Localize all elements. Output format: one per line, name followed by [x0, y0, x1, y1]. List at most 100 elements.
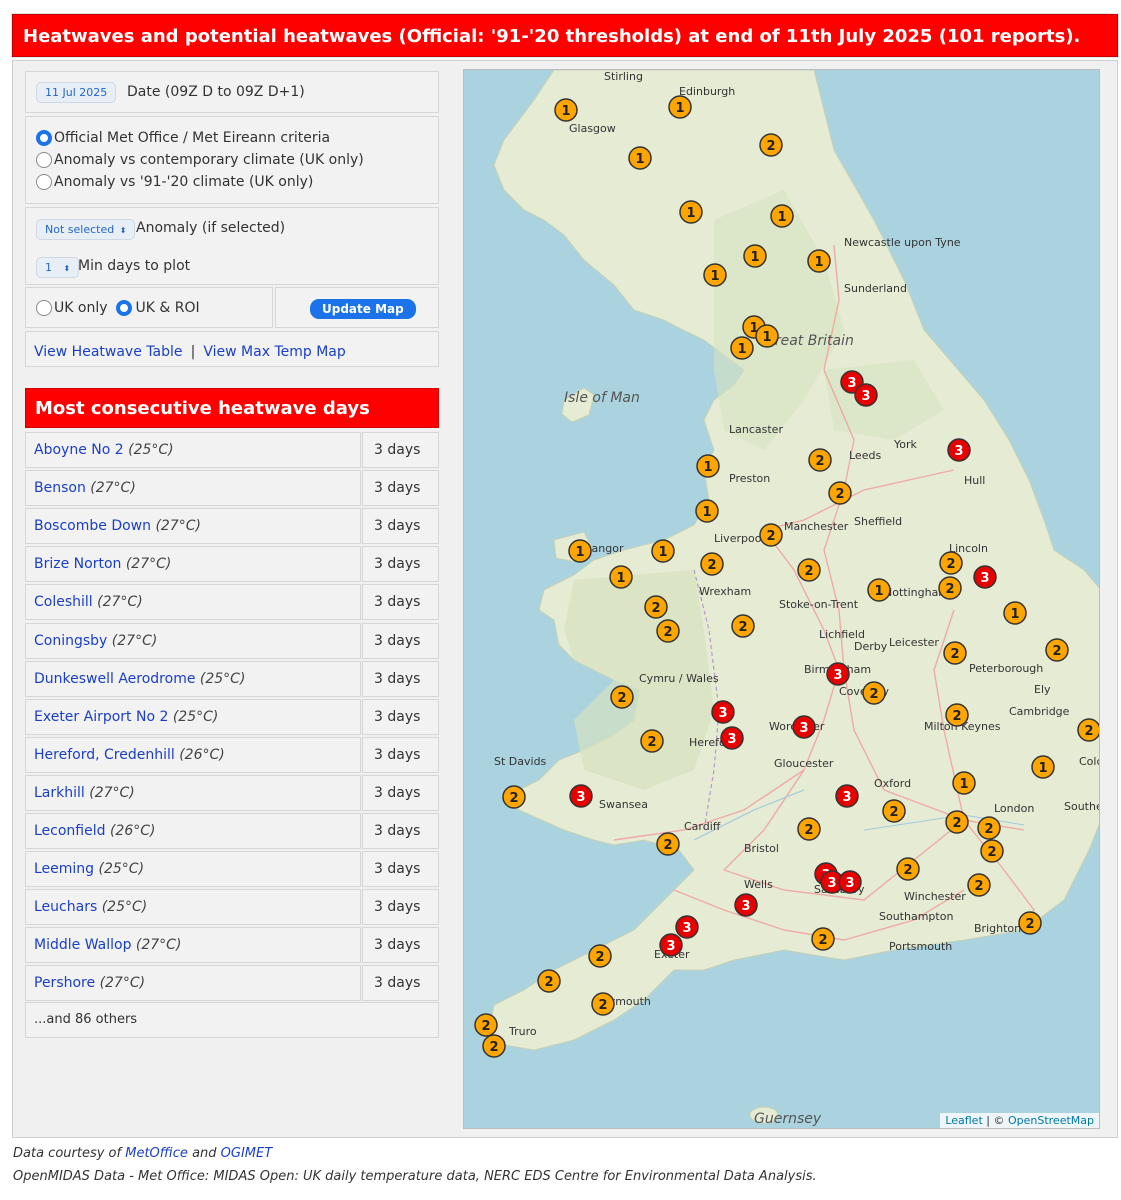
heatwave-marker-2[interactable]: 2	[939, 551, 963, 575]
heatwave-marker-2[interactable]: 2	[502, 785, 526, 809]
heatwave-marker-2[interactable]: 2	[640, 729, 664, 753]
radio-anomaly-9120[interactable]	[36, 174, 52, 190]
leaflet-link[interactable]: Leaflet	[945, 1114, 982, 1127]
heatwave-marker-1[interactable]: 1	[743, 244, 767, 268]
heatwave-marker-1[interactable]: 1	[807, 249, 831, 273]
heatwave-marker-2[interactable]: 2	[759, 133, 783, 157]
heatwave-marker-2[interactable]: 2	[610, 685, 634, 709]
station-link[interactable]: Coningsby	[34, 633, 107, 649]
heatwave-marker-2[interactable]: 2	[828, 481, 852, 505]
heatwave-marker-1[interactable]: 1	[1031, 755, 1055, 779]
heatwave-marker-1[interactable]: 1	[628, 146, 652, 170]
heatwave-marker-3[interactable]: 3	[792, 715, 816, 739]
station-link[interactable]: Brize Norton	[34, 556, 121, 572]
heatwave-marker-3[interactable]: 3	[826, 662, 850, 686]
heatwave-marker-1[interactable]: 1	[952, 771, 976, 795]
heatwave-marker-1[interactable]: 1	[770, 204, 794, 228]
heatwave-marker-2[interactable]: 2	[537, 969, 561, 993]
metoffice-link[interactable]: MetOffice	[125, 1146, 188, 1161]
heatwave-marker-2[interactable]: 2	[656, 832, 680, 856]
radio-uk-roi[interactable]	[115, 300, 132, 316]
station-link[interactable]: Larkhill	[34, 785, 85, 801]
heatwave-marker-1[interactable]: 1	[755, 324, 779, 348]
heatwave-marker-2[interactable]: 2	[1077, 718, 1100, 742]
heatwave-marker-3[interactable]: 3	[835, 784, 859, 808]
heatwave-marker-2[interactable]: 2	[980, 839, 1004, 863]
heatwave-marker-3[interactable]: 3	[838, 870, 862, 894]
station-link[interactable]: Coleshill	[34, 594, 93, 610]
station-link[interactable]: Hereford, Credenhill	[34, 747, 175, 763]
heatwave-marker-2[interactable]: 2	[882, 799, 906, 823]
map-canvas[interactable]: Edinburgh Stirling Glasgow Newcastle upon T…	[464, 70, 1100, 1129]
heatwave-marker-1[interactable]: 1	[730, 336, 754, 360]
criteria-official[interactable]: Official Met Office / Met Eireann criter…	[36, 127, 438, 149]
heatwave-marker-3[interactable]: 3	[854, 383, 878, 407]
heatwave-marker-2[interactable]: 2	[896, 857, 920, 881]
heatwave-marker-1[interactable]: 1	[1003, 601, 1027, 625]
station-link[interactable]: Leuchars	[34, 899, 97, 915]
heatwave-marker-2[interactable]: 2	[967, 873, 991, 897]
heatwave-marker-2[interactable]: 2	[1045, 638, 1069, 662]
heatwave-marker-2[interactable]: 2	[938, 576, 962, 600]
heatwave-marker-2[interactable]: 2	[797, 558, 821, 582]
criteria-anomaly-9120[interactable]: Anomaly vs '91-'20 climate (UK only)	[36, 171, 438, 193]
heatwave-marker-1[interactable]: 1	[568, 539, 592, 563]
heatwave-marker-2[interactable]: 2	[731, 614, 755, 638]
radio-uk-only[interactable]	[36, 300, 52, 316]
heatwave-marker-2[interactable]: 2	[977, 816, 1001, 840]
heatwave-marker-1[interactable]: 1	[696, 454, 720, 478]
date-input[interactable]: 11 Jul 2025	[36, 82, 117, 103]
heatwave-marker-2[interactable]: 2	[945, 810, 969, 834]
heatwave-marker-3[interactable]: 3	[734, 893, 758, 917]
heatwave-marker-3[interactable]: 3	[711, 700, 735, 724]
station-link[interactable]: Middle Wallop	[34, 937, 131, 953]
heatwave-marker-3[interactable]: 3	[947, 438, 971, 462]
station-link[interactable]: Benson	[34, 480, 86, 496]
heatwave-marker-2[interactable]: 2	[1018, 911, 1042, 935]
station-link[interactable]: Exeter Airport No 2	[34, 709, 168, 725]
radio-official[interactable]	[36, 130, 52, 146]
heatwave-marker-1[interactable]: 1	[609, 565, 633, 589]
osm-link[interactable]: OpenStreetMap	[1008, 1114, 1094, 1127]
update-map-button[interactable]: Update Map	[310, 299, 416, 319]
heatwave-marker-2[interactable]: 2	[656, 619, 680, 643]
heatwave-map[interactable]: Edinburgh Stirling Glasgow Newcastle upon T…	[463, 69, 1100, 1129]
heatwave-marker-1[interactable]: 1	[867, 578, 891, 602]
heatwave-marker-1[interactable]: 1	[668, 95, 692, 119]
heatwave-marker-3[interactable]: 3	[973, 565, 997, 589]
heatwave-marker-1[interactable]: 1	[695, 499, 719, 523]
heatwave-marker-2[interactable]: 2	[644, 595, 668, 619]
heatwave-marker-1[interactable]: 1	[679, 200, 703, 224]
station-link[interactable]: Pershore	[34, 975, 95, 991]
heatwave-marker-2[interactable]: 2	[482, 1034, 506, 1058]
radio-anomaly-contemporary[interactable]	[36, 152, 52, 168]
station-link[interactable]: Boscombe Down	[34, 518, 151, 534]
heatwave-marker-2[interactable]: 2	[474, 1013, 498, 1037]
criteria-anomaly-contemporary[interactable]: Anomaly vs contemporary climate (UK only…	[36, 149, 438, 171]
heatwave-marker-2[interactable]: 2	[700, 552, 724, 576]
station-link[interactable]: Aboyne No 2	[34, 442, 124, 458]
heatwave-marker-2[interactable]: 2	[759, 523, 783, 547]
station-link[interactable]: Dunkeswell Aerodrome	[34, 671, 195, 687]
heatwave-marker-2[interactable]: 2	[808, 448, 832, 472]
ogimet-link[interactable]: OGIMET	[221, 1146, 273, 1161]
heatwave-marker-3[interactable]: 3	[659, 933, 683, 957]
heatwave-marker-2[interactable]: 2	[943, 641, 967, 665]
heatwave-marker-2[interactable]: 2	[588, 944, 612, 968]
heatwave-marker-1[interactable]: 1	[651, 539, 675, 563]
min-days-select[interactable]: 1 ⬍	[36, 257, 80, 278]
view-max-temp-map-link[interactable]: View Max Temp Map	[203, 344, 345, 360]
heatwave-marker-3[interactable]: 3	[720, 726, 744, 750]
anomaly-select[interactable]: Not selected ⬍	[36, 219, 136, 240]
heatwave-marker-1[interactable]: 1	[703, 263, 727, 287]
station-link[interactable]: Leeming	[34, 861, 94, 877]
heatwave-marker-3[interactable]: 3	[675, 915, 699, 939]
heatwave-marker-2[interactable]: 2	[797, 817, 821, 841]
heatwave-marker-1[interactable]: 1	[554, 98, 578, 122]
view-heatwave-table-link[interactable]: View Heatwave Table	[34, 344, 182, 360]
station-link[interactable]: Leconfield	[34, 823, 106, 839]
heatwave-marker-2[interactable]: 2	[945, 703, 969, 727]
heatwave-marker-3[interactable]: 3	[569, 784, 593, 808]
heatwave-marker-2[interactable]: 2	[591, 992, 615, 1016]
heatwave-marker-2[interactable]: 2	[862, 681, 886, 705]
